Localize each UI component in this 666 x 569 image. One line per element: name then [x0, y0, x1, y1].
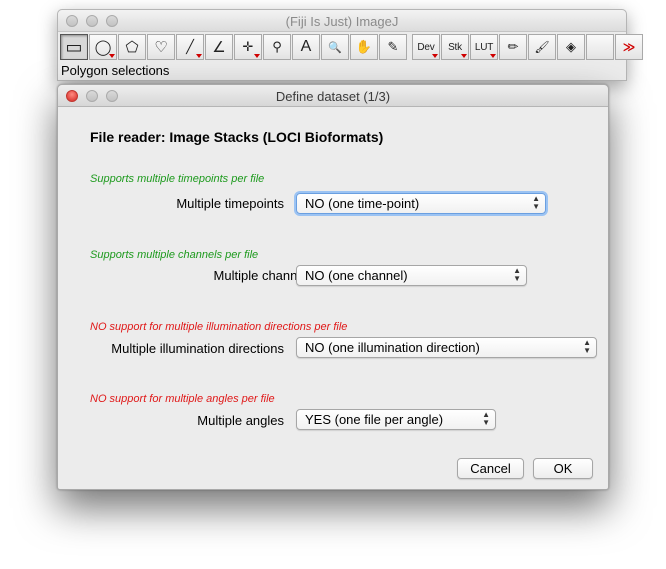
more-tools-icon: ≫	[622, 40, 636, 54]
rectangle-selection-tool[interactable]: ▭	[60, 34, 88, 60]
ok-button[interactable]: OK	[533, 458, 593, 479]
submenu-indicator-icon	[196, 54, 202, 58]
lut-menu-tool[interactable]: LUT	[470, 34, 498, 60]
updown-chevron-icon: ▲ ▼	[532, 194, 540, 211]
hand-tool[interactable]: ✋	[350, 34, 378, 60]
polygon-selection-tool[interactable]: ⬠	[118, 34, 146, 60]
dialog-title: Define dataset (1/3)	[275, 89, 391, 104]
define-dataset-dialog: Define dataset (1/3) File reader: Image …	[57, 84, 609, 490]
submenu-indicator-icon	[432, 54, 438, 58]
more-tools-button[interactable]: ≫	[615, 34, 643, 60]
wand-tool[interactable]: ⚲	[263, 34, 291, 60]
angles-select[interactable]: YES (one file per angle) ▲ ▼	[296, 409, 496, 430]
freehand-selection-icon: ♡	[154, 39, 168, 56]
lut-menu-icon: LUT	[474, 41, 494, 53]
illumination-label: Multiple illumination directions	[111, 341, 284, 356]
freehand-selection-tool[interactable]: ♡	[147, 34, 175, 60]
stk-menu-icon: Stk	[448, 41, 462, 53]
submenu-indicator-icon	[109, 54, 115, 58]
channels-select-value: NO (one channel)	[305, 268, 408, 283]
polygon-selection-icon: ⬠	[125, 39, 139, 56]
imagej-toolbar: ▭ ◯ ⬠ ♡ ╱ ∠ ✛ ⚲ A 🔍 ✋ ✎ Dev Stk LUT ✏ 🖌 …	[60, 34, 643, 60]
imagej-title: (Fiji Is Just) ImageJ	[285, 14, 399, 29]
point-tool[interactable]: ✛	[234, 34, 262, 60]
cancel-button[interactable]: Cancel	[457, 458, 524, 479]
imagej-window: (Fiji Is Just) ImageJ ▭ ◯ ⬠ ♡ ╱ ∠ ✛ ⚲ A …	[57, 9, 643, 81]
illumination-select[interactable]: NO (one illumination direction) ▲ ▼	[296, 337, 597, 358]
updown-chevron-icon: ▲ ▼	[583, 338, 591, 355]
brush-tool-icon: 🖌	[534, 40, 550, 54]
hand-tool-icon: ✋	[355, 39, 373, 54]
submenu-indicator-icon	[461, 54, 467, 58]
zoom-tool[interactable]: 🔍	[321, 34, 349, 60]
timepoints-select-value: NO (one time-point)	[305, 196, 420, 211]
illumination-select-value: NO (one illumination direction)	[305, 340, 480, 355]
empty-tool-slot	[586, 34, 614, 60]
color-picker-icon: ✎	[387, 39, 399, 54]
text-tool-icon: A	[300, 38, 312, 55]
dev-menu-tool[interactable]: Dev	[412, 34, 440, 60]
imagej-titlebar: (Fiji Is Just) ImageJ	[58, 10, 626, 32]
status-bar-text: Polygon selections	[61, 63, 170, 78]
dialog-titlebar: Define dataset (1/3)	[58, 85, 608, 107]
oval-selection-tool[interactable]: ◯	[89, 34, 117, 60]
timepoints-label: Multiple timepoints	[176, 196, 284, 211]
line-selection-icon: ╱	[186, 39, 194, 54]
timepoints-support-note: Supports multiple timepoints per file	[90, 173, 265, 185]
illumination-support-note: NO support for multiple illumination dir…	[90, 321, 348, 333]
submenu-indicator-icon	[254, 54, 260, 58]
pencil-tool-icon: ✏	[507, 39, 519, 54]
angle-tool-icon: ∠	[212, 39, 226, 56]
point-tool-icon: ✛	[242, 39, 254, 54]
color-picker-tool[interactable]: ✎	[379, 34, 407, 60]
channels-select[interactable]: NO (one channel) ▲ ▼	[296, 265, 527, 286]
angle-tool[interactable]: ∠	[205, 34, 233, 60]
timepoints-select[interactable]: NO (one time-point) ▲ ▼	[296, 193, 546, 214]
updown-chevron-icon: ▲ ▼	[482, 410, 490, 427]
wand-tool-icon: ⚲	[272, 39, 282, 54]
brush-tool[interactable]: 🖌	[528, 34, 556, 60]
line-selection-tool[interactable]: ╱	[176, 34, 204, 60]
stk-menu-tool[interactable]: Stk	[441, 34, 469, 60]
updown-chevron-icon: ▲ ▼	[513, 266, 521, 283]
angles-support-note: NO support for multiple angles per file	[90, 393, 275, 405]
flood-fill-icon: ◈	[566, 39, 576, 54]
flood-fill-tool[interactable]: ◈	[557, 34, 585, 60]
pencil-tool[interactable]: ✏	[499, 34, 527, 60]
angles-select-value: YES (one file per angle)	[305, 412, 444, 427]
submenu-indicator-icon	[490, 54, 496, 58]
magnifying-glass-icon: 🔍	[328, 41, 342, 54]
rectangle-selection-icon: ▭	[65, 36, 83, 57]
angles-label: Multiple angles	[197, 413, 284, 428]
file-reader-heading: File reader: Image Stacks (LOCI Bioforma…	[90, 129, 384, 145]
dev-menu-icon: Dev	[417, 41, 435, 53]
text-tool[interactable]: A	[292, 34, 320, 60]
channels-support-note: Supports multiple channels per file	[90, 249, 259, 261]
